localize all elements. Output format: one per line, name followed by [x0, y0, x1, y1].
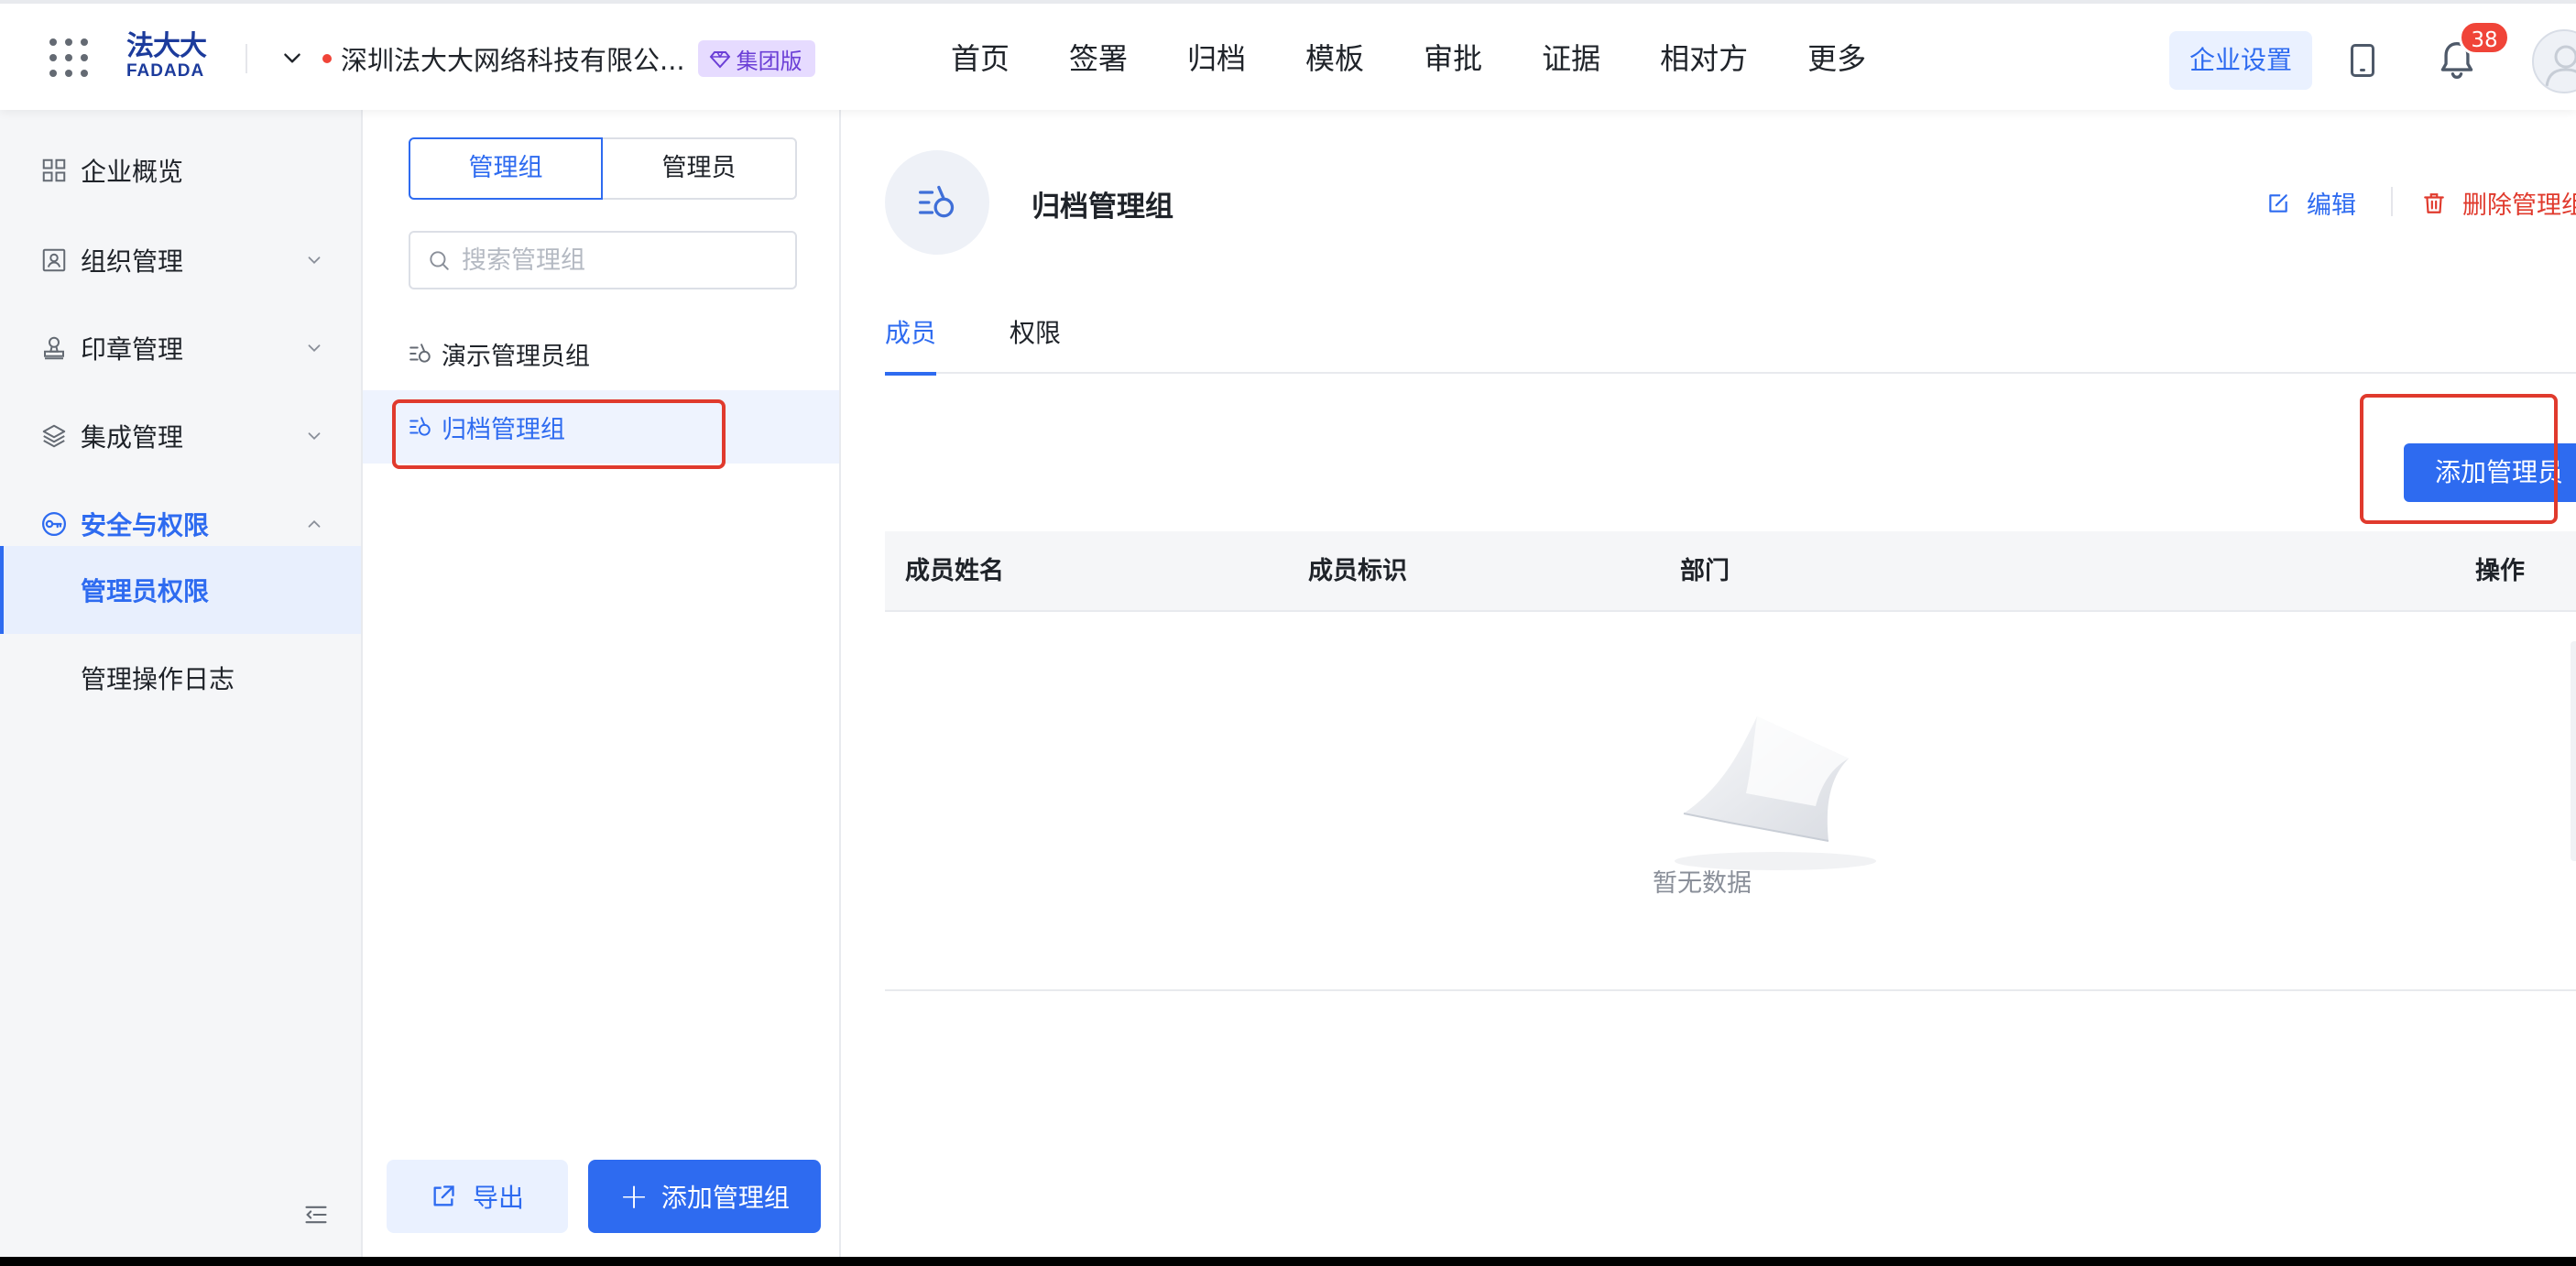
sidebar-item-label: 印章管理 — [81, 334, 184, 365]
nav-approval[interactable]: 审批 — [1424, 35, 1482, 82]
column-header-identifier: 成员标识 — [1308, 557, 1407, 585]
detail-tabs: 成员 权限 — [885, 313, 2576, 376]
chevron-down-icon — [308, 432, 321, 441]
divider — [2391, 187, 2393, 216]
mobile-icon[interactable] — [2351, 44, 2374, 77]
add-admin-button[interactable]: 添加管理员 — [2404, 443, 2576, 502]
enterprise-settings-button[interactable]: 企业设置 — [2169, 31, 2312, 90]
chevron-down-icon — [284, 53, 300, 63]
add-group-button[interactable]: + 添加管理组 — [588, 1160, 821, 1233]
tab-members[interactable]: 成员 — [885, 313, 937, 376]
company-name: 深圳法大大网络科技有限公... — [341, 45, 685, 76]
chevron-up-icon — [308, 519, 321, 528]
plus-icon: + — [619, 1176, 649, 1217]
nav-home[interactable]: 首页 — [951, 35, 1010, 82]
user-avatar-icon — [2545, 45, 2576, 87]
group-title: 归档管理组 — [1031, 191, 1173, 224]
group-item-label: 归档管理组 — [442, 415, 565, 444]
sidebar-item-seal[interactable]: 印章管理 — [0, 311, 361, 385]
group-item-label: 演示管理员组 — [442, 342, 590, 371]
diamond-icon — [709, 51, 730, 69]
edition-label: 集团版 — [736, 48, 802, 74]
top-bar: 法大大 FADADA 深圳法大大网络科技有限公... 集团版 首页 签署 归档 … — [0, 0, 2576, 110]
notification-count-badge: 38 — [2459, 20, 2510, 55]
group-search-input[interactable] — [462, 246, 791, 275]
group-list-panel: 管理组 管理员 演示管理员组 归档管理组 导出 + 添加管理组 — [363, 110, 841, 1266]
chevron-down-icon — [308, 344, 321, 353]
delete-label: 删除管理组 — [2462, 191, 2576, 220]
divider — [246, 44, 247, 73]
status-dot — [322, 54, 332, 63]
sidebar-item-overview[interactable]: 企业概览 — [0, 134, 361, 207]
org-icon — [42, 248, 66, 272]
nav-archive[interactable]: 归档 — [1187, 35, 1246, 82]
group-detail: 归档管理组 编辑 删除管理组 成员 权限 添加管理员 成员姓名 成员标识 部门 … — [841, 110, 2576, 1266]
group-item-demo[interactable]: 演示管理员组 — [363, 317, 839, 390]
empty-state-illustration — [1675, 716, 1876, 870]
export-icon — [433, 1185, 454, 1206]
window-bottom-edge — [0, 1257, 2576, 1266]
fadada-logo[interactable]: 法大大 FADADA — [126, 31, 218, 84]
edit-label: 编辑 — [2307, 191, 2356, 220]
table-bottom-border — [885, 989, 2576, 991]
nav-counterparty[interactable]: 相对方 — [1660, 35, 1748, 82]
sidebar-item-label: 企业概览 — [81, 157, 184, 187]
key-icon — [42, 512, 66, 536]
column-header-department: 部门 — [1680, 557, 1730, 585]
overview-icon — [42, 158, 66, 182]
side-panel-edge — [2571, 641, 2576, 861]
app-grid-icon[interactable] — [49, 38, 88, 77]
collapse-sidebar-icon[interactable] — [302, 1202, 330, 1228]
sidebar-subitem-admin-permissions[interactable]: 管理员权限 — [0, 546, 361, 634]
chevron-down-icon — [308, 256, 321, 265]
main-nav: 首页 签署 归档 模板 审批 证据 相对方 更多 — [951, 35, 1926, 82]
tab-admin-groups[interactable]: 管理组 — [409, 137, 603, 200]
nav-template[interactable]: 模板 — [1305, 35, 1364, 82]
add-group-label: 添加管理组 — [660, 1183, 790, 1213]
edit-group-button[interactable]: 编辑 — [2266, 185, 2356, 221]
nav-more[interactable]: 更多 — [1807, 35, 1866, 82]
layers-icon — [42, 424, 66, 448]
admin-group-icon — [409, 417, 431, 436]
sidebar-subitem-label: 管理操作日志 — [81, 664, 235, 694]
company-switcher[interactable]: 深圳法大大网络科技有限公... 集团版 — [280, 37, 815, 81]
logo-text-cn: 法大大 — [126, 30, 207, 62]
trash-icon — [2424, 192, 2444, 213]
members-table-header: 成员姓名 成员标识 部门 操作 — [885, 531, 2576, 612]
sidebar-item-label: 安全与权限 — [81, 510, 210, 540]
group-item-archive[interactable]: 归档管理组 — [363, 390, 839, 464]
logo-text-en: FADADA — [126, 61, 205, 81]
tab-admins[interactable]: 管理员 — [603, 137, 797, 200]
edit-icon — [2269, 193, 2287, 213]
user-avatar[interactable] — [2532, 29, 2576, 93]
sidebar-item-label: 组织管理 — [81, 246, 184, 277]
edition-badge: 集团版 — [697, 40, 815, 77]
admin-group-icon — [409, 344, 431, 363]
app-window: 法大大 FADADA 深圳法大大网络科技有限公... 集团版 首页 签署 归档 … — [0, 0, 2576, 1266]
export-label: 导出 — [472, 1183, 524, 1213]
column-header-name: 成员姓名 — [905, 557, 1004, 585]
admin-group-icon — [919, 185, 955, 218]
search-icon — [430, 251, 449, 270]
group-search-box[interactable] — [409, 231, 797, 289]
group-admin-toggle: 管理组 管理员 — [409, 137, 797, 200]
delete-group-button[interactable]: 删除管理组 — [2422, 185, 2576, 221]
nav-sign[interactable]: 签署 — [1069, 35, 1128, 82]
column-header-actions: 操作 — [2475, 557, 2525, 585]
group-avatar — [885, 150, 989, 255]
sidebar-item-integration[interactable]: 集成管理 — [0, 399, 361, 473]
sidebar-item-label: 集成管理 — [81, 422, 184, 453]
export-button[interactable]: 导出 — [387, 1160, 568, 1233]
sidebar-item-org[interactable]: 组织管理 — [0, 224, 361, 297]
tab-permissions[interactable]: 权限 — [1010, 313, 1061, 374]
nav-evidence[interactable]: 证据 — [1542, 35, 1600, 82]
sidebar: 企业概览 组织管理 印章管理 集成管理 安全与权限 管理员权限 管理操作日志 — [0, 110, 363, 1266]
seal-icon — [44, 336, 64, 360]
sidebar-subitem-operation-log[interactable]: 管理操作日志 — [0, 634, 361, 722]
empty-state-text: 暂无数据 — [1653, 869, 1752, 898]
sidebar-subitem-label: 管理员权限 — [81, 576, 210, 606]
